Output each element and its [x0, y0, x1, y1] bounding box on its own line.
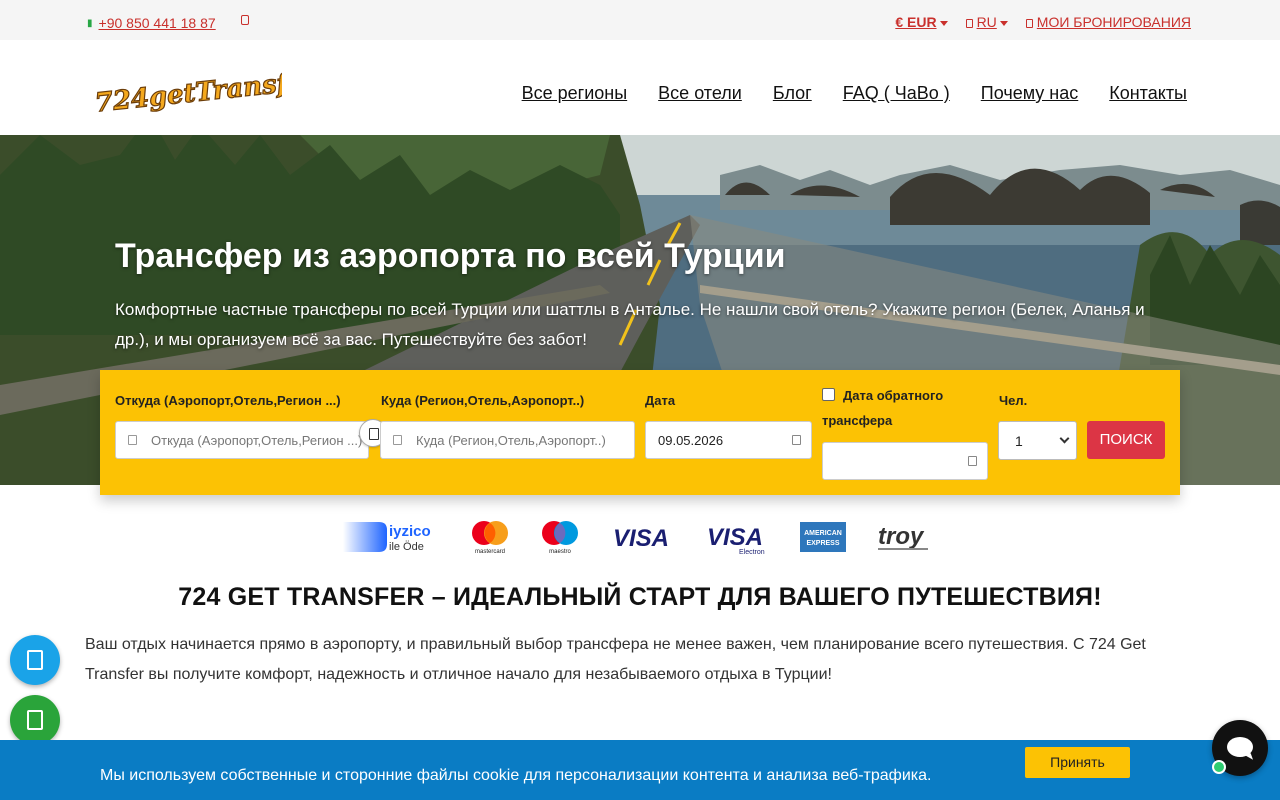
nav-contacts[interactable]: Контакты: [1109, 83, 1187, 104]
svg-text:EXPRESS: EXPRESS: [806, 540, 839, 547]
nav-why-us[interactable]: Почему нас: [981, 83, 1078, 104]
location-icon: [128, 435, 137, 445]
telegram-button[interactable]: [10, 635, 60, 685]
svg-text:Electron: Electron: [739, 549, 765, 556]
top-bar-right: € EUR RU МОИ БРОНИРОВАНИЯ: [895, 14, 1191, 30]
nav-blog[interactable]: Блог: [773, 83, 812, 104]
to-label: Куда (Регион,Отель,Аэропорт..): [381, 393, 585, 408]
chat-bubble-icon: [1227, 737, 1253, 757]
cookie-message: Мы используем собственные и сторонние фа…: [100, 767, 932, 784]
site-logo[interactable]: 724getTransfer: [92, 66, 282, 112]
svg-text:maestro: maestro: [549, 549, 571, 555]
chevron-down-icon: [939, 20, 948, 26]
to-placeholder: Куда (Регион,Отель,Аэропорт..): [416, 432, 606, 448]
svg-text:VISA: VISA: [613, 525, 669, 552]
language-label: RU: [976, 14, 997, 30]
troy-logo: troy: [878, 523, 928, 550]
svg-text:ile Öde: ile Öde: [389, 541, 424, 553]
globe-icon: [965, 19, 973, 28]
date-input[interactable]: 09.05.2026: [645, 421, 812, 459]
section-title: 724 GET TRANSFER – ИДЕАЛЬНЫЙ СТАРТ ДЛЯ В…: [178, 583, 1102, 611]
main-nav: Все регионы Все отели Блог FAQ ( ЧаВо ) …: [522, 83, 1187, 104]
site-header: 724getTransfer Все регионы Все отели Бло…: [0, 40, 1280, 135]
return-label-line1: Дата обратного: [843, 388, 944, 403]
svg-text:AMERICAN: AMERICAN: [804, 530, 842, 537]
currency-dropdown[interactable]: € EUR: [895, 14, 948, 30]
chevron-down-icon: [1059, 433, 1070, 444]
amex-logo: AMERICAN EXPRESS: [800, 522, 846, 552]
my-bookings-link[interactable]: МОИ БРОНИРОВАНИЯ: [1025, 14, 1191, 30]
hero-title: Трансфер из аэропорта по всей Турции: [115, 237, 786, 275]
top-bar: ▮ +90 850 441 18 87 € EUR RU МОИ БРОНИРО…: [0, 0, 1280, 40]
visa-electron-logo: VISA Electron: [707, 524, 765, 556]
svg-text:troy: troy: [878, 523, 925, 550]
location-icon: [393, 435, 402, 445]
from-placeholder: Откуда (Аэропорт,Отель,Регион ...): [151, 432, 363, 448]
payment-logos: iyzico ile Öde mastercard maestro VISA V…: [343, 518, 943, 556]
search-button[interactable]: ПОИСК: [1087, 421, 1165, 459]
hero-subtitle: Комфортные частные трансферы по всей Тур…: [115, 300, 1145, 349]
svg-text:VISA: VISA: [707, 524, 763, 551]
calendar-icon: [792, 435, 801, 445]
maestro-logo: maestro: [542, 521, 578, 555]
iyzico-logo: iyzico ile Öde: [343, 522, 431, 553]
return-label-line2: трансфера: [822, 413, 893, 428]
my-bookings-label: МОИ БРОНИРОВАНИЯ: [1036, 14, 1191, 30]
mastercard-logo: mastercard: [472, 521, 508, 555]
svg-text:iyzico: iyzico: [389, 523, 431, 540]
nav-all-regions[interactable]: Все регионы: [522, 83, 628, 104]
online-status-dot: [1212, 760, 1226, 774]
calendar-icon: [968, 456, 977, 466]
phone-number: +90 850 441 18 87: [98, 15, 216, 31]
logo-text: 724getTransfer: [93, 66, 282, 112]
nav-faq[interactable]: FAQ ( ЧаВо ): [843, 83, 950, 104]
section-text: Ваш отдых начинается прямо в аэропорту, …: [85, 636, 1146, 683]
telegram-icon: [27, 650, 43, 670]
currency-label: € EUR: [895, 14, 937, 30]
nav-all-hotels[interactable]: Все отели: [658, 83, 742, 104]
whatsapp-button[interactable]: [10, 695, 60, 745]
search-panel: Откуда (Аэропорт,Отель,Регион ...) Откуд…: [100, 370, 1180, 495]
from-label: Откуда (Аэропорт,Отель,Регион ...): [115, 393, 341, 408]
date-label: Дата: [645, 393, 676, 408]
phone-link[interactable]: ▮ +90 850 441 18 87: [87, 15, 216, 31]
return-date-input[interactable]: [822, 442, 988, 480]
language-dropdown[interactable]: RU: [965, 14, 1008, 30]
date-value: 09.05.2026: [658, 432, 724, 448]
chevron-down-icon: [999, 20, 1008, 26]
passengers-value: 1: [1015, 433, 1023, 449]
passengers-label: Чел.: [999, 393, 1028, 408]
return-transfer-checkbox[interactable]: [822, 388, 835, 401]
whatsapp-icon[interactable]: [241, 15, 249, 25]
user-icon: [1025, 19, 1033, 28]
cookie-accept-button[interactable]: Принять: [1025, 747, 1130, 778]
svg-text:mastercard: mastercard: [475, 549, 505, 555]
passengers-select[interactable]: 1: [998, 421, 1077, 460]
phone-icon: ▮: [87, 17, 93, 29]
chat-button[interactable]: [1212, 720, 1268, 776]
cookie-banner: Мы используем собственные и сторонние фа…: [0, 740, 1280, 800]
from-input[interactable]: Откуда (Аэропорт,Отель,Регион ...): [115, 421, 369, 459]
whatsapp-icon: [27, 710, 43, 730]
visa-logo: VISA: [613, 525, 669, 552]
to-input[interactable]: Куда (Регион,Отель,Аэропорт..): [380, 421, 635, 459]
